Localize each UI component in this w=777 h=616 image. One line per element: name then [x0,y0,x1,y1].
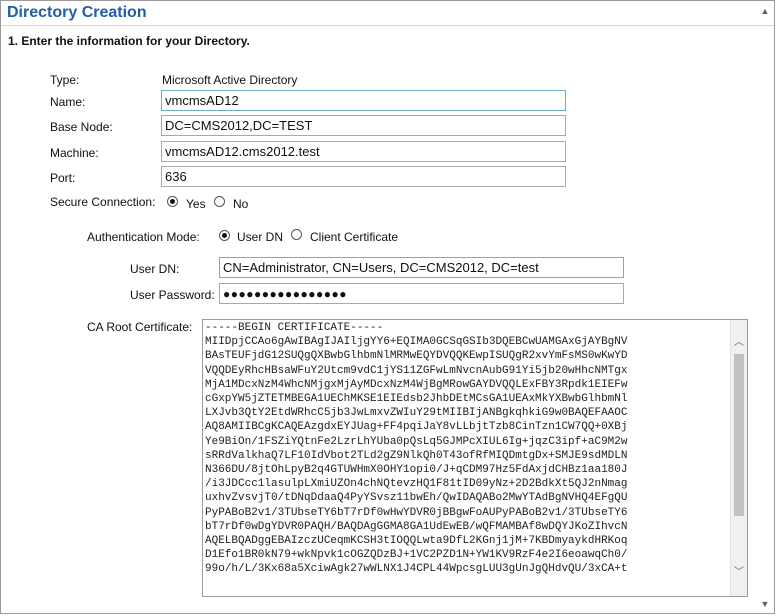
type-label: Type: [50,73,80,87]
step-title: 1. Enter the information for your Direct… [8,34,250,48]
auth-userdn-radio[interactable] [219,230,230,241]
ca-root-certificate-textarea[interactable]: -----BEGIN CERTIFICATE----- MIIDpjCCAo6g… [202,319,748,597]
name-label: Name: [50,95,86,109]
user-password-label: User Password: [130,288,215,302]
page-title: Directory Creation [7,4,147,21]
scrollbar-thumb[interactable] [734,354,744,516]
scroll-down-arrow-icon[interactable]: ﹀ [731,564,747,581]
secure-no-label[interactable]: No [233,197,248,211]
secure-connection-label: Secure Connection: [50,195,156,209]
machine-input[interactable] [161,141,566,162]
base-node-input[interactable] [161,115,566,136]
auth-mode-label: Authentication Mode: [87,230,200,244]
name-input[interactable] [161,90,566,111]
ca-root-certificate-text: -----BEGIN CERTIFICATE----- MIIDpjCCAo6g… [205,322,628,576]
page-scroll-up-icon[interactable]: ▲ [760,6,770,16]
user-dn-input[interactable] [219,257,624,278]
secure-no-radio[interactable] [214,196,225,207]
page-scroll-down-icon[interactable]: ▼ [760,599,770,609]
user-dn-label: User DN: [130,262,180,276]
secure-yes-radio[interactable] [167,196,178,207]
port-input[interactable] [161,166,566,187]
port-label: Port: [50,171,76,185]
header-bar: Directory Creation [1,1,774,26]
user-password-input[interactable] [219,283,624,304]
machine-label: Machine: [50,146,99,160]
base-node-label: Base Node: [50,120,113,134]
auth-userdn-label[interactable]: User DN [237,230,283,244]
auth-clientcert-radio[interactable] [291,229,302,240]
scroll-up-arrow-icon[interactable]: ︿ [731,334,747,351]
directory-creation-panel: Directory Creation ▲ ▼ 1. Enter the info… [0,0,775,614]
type-value: Microsoft Active Directory [162,73,298,87]
ca-root-certificate-label: CA Root Certificate: [87,320,193,334]
secure-yes-label[interactable]: Yes [186,197,206,211]
auth-clientcert-label[interactable]: Client Certificate [310,230,398,244]
certificate-scrollbar[interactable]: ︿ ﹀ [730,320,747,596]
